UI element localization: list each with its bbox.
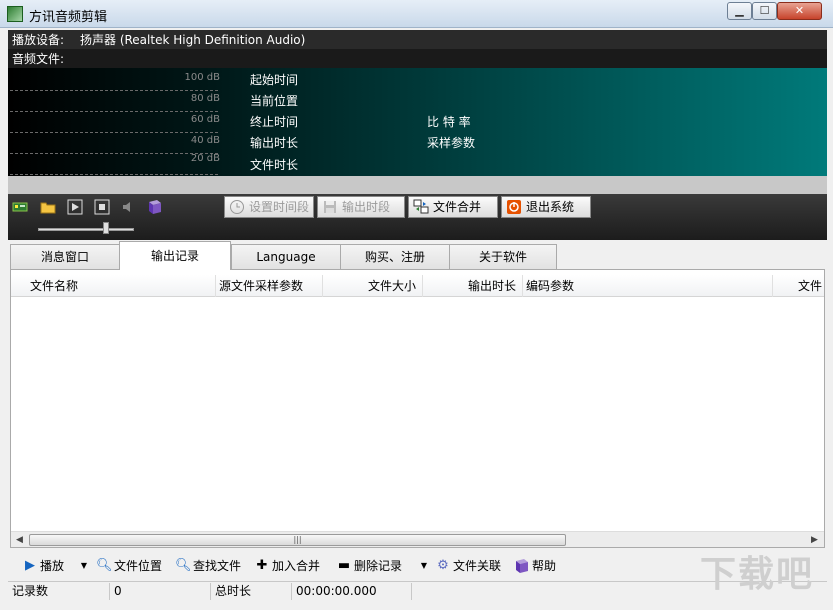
db-gridline xyxy=(10,111,218,112)
watermark-logo: 下载吧 xyxy=(700,554,815,595)
help-label: 帮助 xyxy=(532,559,557,573)
exit-system-label: 退出系统 xyxy=(526,200,575,214)
close-button[interactable]: ✕ xyxy=(777,2,822,20)
db-label-100: 100 dB xyxy=(184,72,220,83)
sample-params-label: 采样参数 xyxy=(427,136,476,150)
device-label: 播放设备: xyxy=(12,33,65,47)
play-dropdown-arrow[interactable]: ▼ xyxy=(78,556,90,576)
file-association-button[interactable]: ⚙ 文件关联 xyxy=(435,556,501,576)
stop-icon[interactable] xyxy=(94,199,110,215)
column-file-name[interactable]: 文件名称 xyxy=(11,275,216,297)
app-icon xyxy=(7,6,23,22)
merge-files-label: 文件合并 xyxy=(433,200,482,214)
file-label: 音频文件: xyxy=(12,52,65,66)
current-position-label: 当前位置 xyxy=(250,94,299,108)
scroll-right-arrow[interactable]: ▶ xyxy=(806,532,823,547)
play-triangle-icon: ▶ xyxy=(25,558,35,573)
help-button[interactable]: 帮助 xyxy=(514,556,556,576)
add-merge-label: 加入合并 xyxy=(272,559,321,573)
total-duration-value: 00:00:00.000 xyxy=(292,583,412,600)
window-title: 方讯音频剪辑 xyxy=(29,10,108,25)
delete-dropdown-arrow[interactable]: ▼ xyxy=(418,556,430,576)
file-row: 音频文件: xyxy=(8,49,827,69)
play-icon[interactable] xyxy=(67,199,83,215)
record-count-label: 记录数 xyxy=(8,583,110,600)
db-label-60: 60 dB xyxy=(190,114,220,125)
speaker-icon[interactable] xyxy=(120,199,136,215)
magnifier-icon: 🔍︎ xyxy=(175,558,192,573)
book-icon[interactable] xyxy=(147,199,163,215)
end-time-label: 终止时间 xyxy=(250,115,299,129)
column-encoding-params[interactable]: 编码参数 xyxy=(523,275,773,297)
file-location-button[interactable]: 🔍︎ 文件位置 xyxy=(96,556,162,576)
find-file-button[interactable]: 🔍︎ 查找文件 xyxy=(175,556,241,576)
device-value: 扬声器 (Realtek High Definition Audio) xyxy=(80,33,306,47)
file-association-label: 文件关联 xyxy=(453,559,502,573)
db-gridline xyxy=(10,174,218,175)
title-bar: 方讯音频剪辑 ▁ ☐ ✕ xyxy=(0,0,833,28)
db-gridline xyxy=(10,90,218,91)
minimize-button[interactable]: ▁ xyxy=(727,2,752,20)
device-row: 播放设备: 扬声器 (Realtek High Definition Audio… xyxy=(8,30,827,50)
tab-purchase-register[interactable]: 购买、注册 xyxy=(340,244,450,269)
display-panel: 100 dB 80 dB 60 dB 40 dB 20 dB 起始时间 当前位置… xyxy=(8,68,827,176)
merge-files-button[interactable]: 文件合并 xyxy=(408,196,498,218)
volume-slider-thumb[interactable] xyxy=(102,222,109,234)
gear-icon: ⚙ xyxy=(437,558,449,573)
play-button[interactable]: ▶ 播放 xyxy=(22,556,64,576)
book-icon xyxy=(516,559,528,573)
tab-language[interactable]: Language xyxy=(231,244,341,269)
volume-slider-track[interactable] xyxy=(38,228,134,231)
set-time-range-button[interactable]: 设置时间段 xyxy=(224,196,314,218)
delete-record-label: 删除记录 xyxy=(354,559,403,573)
waveform-strip xyxy=(8,176,827,194)
horizontal-scrollbar[interactable]: ◀ ||| ▶ xyxy=(11,531,824,547)
maximize-button[interactable]: ☐ xyxy=(752,2,777,20)
minus-icon: ▬ xyxy=(337,558,351,573)
tab-output-records[interactable]: 输出记录 xyxy=(119,241,231,270)
file-location-label: 文件位置 xyxy=(114,559,163,573)
power-icon xyxy=(507,200,521,214)
scroll-left-arrow[interactable]: ◀ xyxy=(11,532,28,547)
db-label-20: 20 dB xyxy=(190,153,220,164)
total-duration-label: 总时长 xyxy=(211,583,292,600)
record-count-value: 0 xyxy=(110,583,211,600)
column-file-size[interactable]: 文件大小 xyxy=(323,275,423,297)
column-file[interactable]: 文件 xyxy=(773,275,824,297)
list-header: 文件名称 源文件采样参数 文件大小 输出时长 编码参数 文件 xyxy=(11,275,824,297)
clock-icon xyxy=(230,200,244,214)
open-folder-icon[interactable] xyxy=(40,199,56,215)
tab-messages[interactable]: 消息窗口 xyxy=(10,244,120,269)
floppy-disk-icon xyxy=(324,201,336,213)
magnifier-icon: 🔍︎ xyxy=(96,558,113,573)
plus-icon: ✚ xyxy=(256,558,268,573)
output-duration-label: 输出时长 xyxy=(250,136,299,150)
delete-record-button[interactable]: ▬ 删除记录 xyxy=(336,556,402,576)
output-range-button[interactable]: 输出时段 xyxy=(317,196,405,218)
set-time-range-label: 设置时间段 xyxy=(249,200,310,214)
sound-card-icon[interactable] xyxy=(12,199,28,215)
db-label-80: 80 dB xyxy=(190,93,220,104)
main-toolbar: 设置时间段 输出时段 文件合并 退出系统 xyxy=(8,194,827,240)
find-file-label: 查找文件 xyxy=(193,559,242,573)
output-records-list[interactable]: 文件名称 源文件采样参数 文件大小 输出时长 编码参数 文件 ◀ ||| ▶ xyxy=(10,269,825,548)
db-gridline xyxy=(10,132,218,133)
tab-about[interactable]: 关于软件 xyxy=(449,244,557,269)
play-label: 播放 xyxy=(40,559,65,573)
scrollbar-thumb[interactable]: ||| xyxy=(29,534,566,546)
column-output-duration[interactable]: 输出时长 xyxy=(423,275,523,297)
output-range-label: 输出时段 xyxy=(342,200,391,214)
tab-strip: 消息窗口 输出记录 Language 购买、注册 关于软件 xyxy=(8,241,827,270)
exit-system-button[interactable]: 退出系统 xyxy=(501,196,591,218)
merge-icon xyxy=(413,199,429,214)
file-duration-label: 文件时长 xyxy=(250,158,299,172)
start-time-label: 起始时间 xyxy=(250,73,299,87)
column-source-sample-params[interactable]: 源文件采样参数 xyxy=(216,275,323,297)
db-label-40: 40 dB xyxy=(190,135,220,146)
add-merge-button[interactable]: ✚ 加入合并 xyxy=(254,556,320,576)
bitrate-label: 比 特 率 xyxy=(427,115,471,129)
